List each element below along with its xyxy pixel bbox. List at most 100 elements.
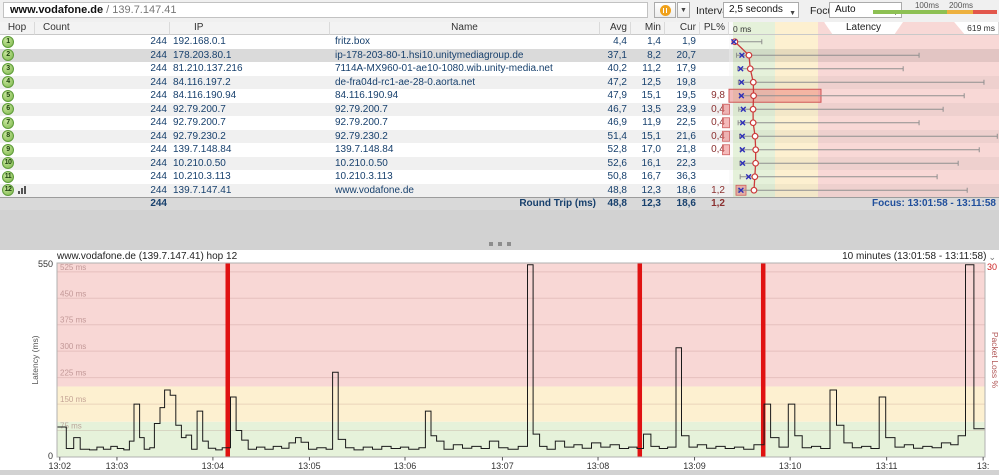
name-cell: 84.116.190.94 — [335, 90, 399, 101]
splitter-handle[interactable] — [0, 210, 999, 250]
latency-band-cell — [729, 156, 999, 170]
interval-select[interactable]: 2,5 seconds ▼ — [723, 2, 799, 18]
packet-loss-cell — [700, 157, 729, 171]
column-header-name[interactable]: Name — [330, 22, 600, 35]
hop-cell: 9 — [0, 143, 35, 157]
column-header-cur[interactable]: Cur — [665, 22, 700, 35]
round-trip-row: 244 Round Trip (ms) 48,8 12,3 18,6 1,2 F… — [0, 197, 999, 211]
column-header-avg[interactable]: Avg — [600, 22, 631, 35]
svg-text:225 ms: 225 ms — [60, 369, 86, 378]
avg-cell: 50,8 — [607, 171, 627, 182]
cur-cell: 19,8 — [676, 76, 696, 88]
column-header-ip[interactable]: IP — [170, 22, 330, 35]
bottom-edge-strip — [0, 470, 999, 475]
count-cell: 244 — [150, 157, 167, 169]
chevron-down-icon: ▼ — [789, 10, 796, 17]
table-row[interactable]: 1 244 192.168.0.1 fritz.box 4,4 1,4 1,9 — [0, 35, 999, 49]
legend-segment — [947, 10, 973, 14]
column-header-latency[interactable]: 0 ms Latency 619 ms — [729, 22, 999, 35]
avg-cell: 40,2 — [607, 63, 627, 74]
table-row[interactable]: 11 244 10.210.3.113 10.210.3.113 50,8 16,7 36,… — [0, 170, 999, 184]
column-header-pl[interactable]: PL% — [700, 22, 729, 35]
avg-cell: 51,4 — [607, 130, 627, 142]
hop-number-badge: 7 — [2, 116, 14, 129]
packet-loss-cell: 0,4 — [711, 117, 725, 128]
hop-number-badge: 6 — [2, 103, 14, 116]
packet-loss-cell — [700, 170, 729, 184]
latency-axis-max-label: 619 ms — [954, 22, 998, 34]
avg-cell: 46,7 — [607, 103, 627, 115]
latency-scale-legend: 100ms 200ms — [873, 1, 997, 15]
target-separator: / — [103, 4, 113, 16]
pause-menu-button[interactable]: ▼ — [677, 2, 690, 18]
chevron-down-icon: ▼ — [680, 6, 687, 14]
hop-cell: 10 — [0, 157, 35, 171]
splitter-dot — [506, 242, 511, 246]
svg-text:Latency (ms): Latency (ms) — [30, 335, 40, 384]
cur-cell: 22,5 — [676, 117, 696, 128]
name-cell: www.vodafone.de — [335, 184, 414, 196]
min-cell: 15,1 — [641, 90, 661, 101]
time-range-selector[interactable]: 10 minutes (13:01:58 - 13:11:58) ⌄ — [842, 251, 996, 262]
table-header: Hop Count IP Name Avg Min Cur PL% 0 ms L… — [0, 22, 999, 35]
count-cell: 244 — [150, 63, 167, 74]
svg-text:75 ms: 75 ms — [60, 422, 82, 431]
target-input[interactable]: www.vodafone.de / 139.7.147.41 — [3, 2, 648, 18]
pause-button[interactable] — [654, 2, 676, 18]
table-row[interactable]: 9 244 139.7.148.84 139.7.148.84 52,8 17,0 21,8… — [0, 143, 999, 157]
hop-cell: 7 — [0, 116, 35, 130]
packet-loss-cell — [700, 76, 729, 90]
legend-200ms-label: 200ms — [948, 1, 973, 10]
table-row[interactable]: 6 244 92.79.200.7 92.79.200.7 46,7 13,5 23,9 0,… — [0, 102, 999, 116]
min-cell: 8,2 — [647, 49, 661, 61]
table-row[interactable]: 2 244 178.203.80.1 ip-178-203-80-1.hsi10.un… — [0, 48, 999, 63]
cur-cell: 36,3 — [676, 171, 696, 182]
table-row[interactable]: 3 244 81.210.137.216 7114A-MX960-01-ae10-10… — [0, 62, 999, 76]
legend-segment — [873, 10, 947, 14]
table-row[interactable]: 12 244 139.7.147.41 www.vodafone.de 48,8 12,3… — [0, 183, 999, 197]
legend-segment — [973, 10, 997, 14]
table-row[interactable]: 10 244 10.210.0.50 10.210.0.50 52,6 16,1 22,3 — [0, 156, 999, 171]
hop-number-badge: 2 — [2, 49, 14, 62]
svg-text:300 ms: 300 ms — [60, 342, 86, 351]
min-cell: 16,1 — [641, 157, 661, 169]
avg-cell: 52,6 — [607, 157, 627, 169]
packet-loss-cell: 9,8 — [711, 90, 725, 101]
latency-axis-title: Latency — [824, 22, 903, 35]
latency-band-cell — [729, 116, 999, 130]
svg-text:450 ms: 450 ms — [60, 289, 86, 298]
trace-table: Hop Count IP Name Avg Min Cur PL% 0 ms L… — [0, 22, 999, 211]
packet-loss-cell: 0,4 — [711, 130, 725, 142]
packet-loss-cell — [700, 49, 729, 63]
pingplotter-window: www.vodafone.de / 139.7.147.41 ▼ Interva… — [0, 0, 999, 475]
min-cell: 13,5 — [641, 103, 661, 115]
ip-cell: 92.79.200.7 — [173, 117, 226, 128]
table-row[interactable]: 4 244 84.116.197.2 de-fra04d-rc1-ae-28-0.ao… — [0, 75, 999, 90]
name-cell: 92.79.230.2 — [335, 130, 388, 142]
avg-cell: 52,8 — [607, 144, 627, 155]
table-row[interactable]: 7 244 92.79.200.7 92.79.200.7 46,9 11,9 22,5 0,… — [0, 116, 999, 130]
column-header-hop[interactable]: Hop — [0, 22, 35, 35]
latency-band-cell — [729, 62, 999, 76]
toolbar: www.vodafone.de / 139.7.147.41 ▼ Interva… — [0, 0, 999, 23]
timeline-title: www.vodafone.de (139.7.147.41) hop 12 — [57, 251, 238, 262]
timeline-chart: 525 ms 450 ms 375 ms 300 ms 225 ms 150 ms 75 m… — [30, 259, 999, 471]
hop-number-badge: 10 — [2, 157, 14, 170]
column-header-min[interactable]: Min — [631, 22, 665, 35]
table-row[interactable]: 5 244 84.116.190.94 84.116.190.94 47,9 15,1 19… — [0, 89, 999, 103]
hop-cell: 5 — [0, 89, 35, 103]
ip-cell: 192.168.0.1 — [173, 36, 226, 47]
ip-cell: 84.116.197.2 — [173, 76, 231, 88]
cur-cell: 19,5 — [676, 90, 696, 101]
count-cell: 244 — [150, 144, 167, 155]
column-header-count[interactable]: Count — [35, 22, 170, 35]
cur-cell: 1,9 — [682, 36, 696, 47]
min-cell: 11,9 — [642, 117, 661, 128]
ip-cell: 178.203.80.1 — [173, 49, 232, 61]
ip-cell: 10.210.3.113 — [173, 171, 231, 182]
latency-axis-min-label: 0 ms — [733, 24, 752, 34]
table-row[interactable]: 8 244 92.79.230.2 92.79.230.2 51,4 15,1 21,6 0,… — [0, 129, 999, 143]
packet-loss-cell: 0,4 — [711, 103, 725, 115]
latency-band-cell — [729, 143, 999, 157]
time-range-label: 10 minutes (13:01:58 - 13:11:58) — [842, 251, 987, 262]
